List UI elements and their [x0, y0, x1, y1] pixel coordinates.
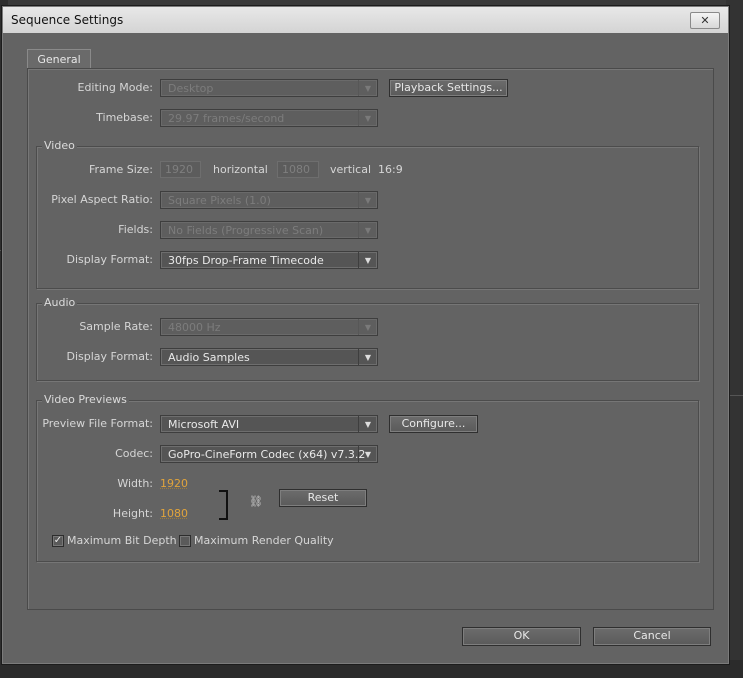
fields-label: Fields:: [118, 223, 153, 236]
editing-mode-value: Desktop: [168, 82, 214, 95]
frame-height-field: 1080: [277, 161, 319, 178]
cancel-button[interactable]: Cancel: [593, 627, 711, 646]
chevron-down-icon: ▼: [358, 446, 377, 462]
chevron-down-icon: ▼: [358, 349, 377, 365]
sequence-settings-dialog: Sequence Settings ✕ General Editing Mode…: [2, 6, 729, 664]
chevron-down-icon: ▼: [358, 222, 377, 238]
width-value[interactable]: 1920: [160, 477, 188, 490]
audio-display-format-label: Display Format:: [66, 350, 153, 363]
ok-button[interactable]: OK: [462, 627, 581, 646]
video-group-title: Video: [42, 139, 77, 152]
preview-file-format-label: Preview File Format:: [42, 417, 153, 430]
timebase-value: 29.97 frames/second: [168, 112, 285, 125]
sample-rate-value: 48000 Hz: [168, 321, 221, 334]
preview-file-format-dropdown[interactable]: Microsoft AVI ▼: [160, 415, 378, 433]
video-previews-group-title: Video Previews: [42, 393, 129, 406]
audio-display-format-dropdown[interactable]: Audio Samples ▼: [160, 348, 378, 366]
audio-group: [36, 303, 699, 381]
preview-file-format-value: Microsoft AVI: [168, 418, 240, 431]
height-label: Height:: [112, 507, 153, 520]
fields-dropdown: No Fields (Progressive Scan) ▼: [160, 221, 378, 239]
timebase-label: Timebase:: [96, 111, 153, 124]
chevron-down-icon: ▼: [358, 110, 377, 126]
max-render-quality-label: Maximum Render Quality: [194, 534, 334, 547]
pixel-aspect-dropdown: Square Pixels (1.0) ▼: [160, 191, 378, 209]
checkmark-icon: ✓: [53, 535, 63, 546]
max-render-quality-checkbox[interactable]: [179, 535, 191, 547]
video-display-format-label: Display Format:: [66, 253, 153, 266]
editing-mode-dropdown: Desktop ▼: [160, 79, 378, 97]
chevron-down-icon: ▼: [358, 416, 377, 432]
pixel-aspect-label: Pixel Aspect Ratio:: [51, 193, 153, 206]
sample-rate-label: Sample Rate:: [79, 320, 153, 333]
pixel-aspect-value: Square Pixels (1.0): [168, 194, 271, 207]
chevron-down-icon: ▼: [358, 319, 377, 335]
video-display-format-dropdown[interactable]: 30fps Drop-Frame Timecode ▼: [160, 251, 378, 269]
audio-group-title: Audio: [42, 296, 78, 309]
dialog-title: Sequence Settings: [11, 13, 124, 27]
horizontal-label: horizontal: [213, 163, 268, 176]
editing-mode-label: Editing Mode:: [77, 81, 154, 94]
video-display-format-value: 30fps Drop-Frame Timecode: [168, 254, 324, 267]
chevron-down-icon: ▼: [358, 252, 377, 268]
sample-rate-dropdown: 48000 Hz ▼: [160, 318, 378, 336]
chain-link-icon[interactable]: ⛓: [249, 495, 263, 508]
frame-width-field: 1920: [160, 161, 201, 178]
max-bit-depth-label: Maximum Bit Depth: [67, 534, 177, 547]
aspect-ratio-text: 16:9: [378, 163, 403, 176]
tab-general[interactable]: General: [27, 49, 91, 70]
title-bar: Sequence Settings ✕: [3, 7, 728, 33]
fields-value: No Fields (Progressive Scan): [168, 224, 324, 237]
timebase-dropdown: 29.97 frames/second ▼: [160, 109, 378, 127]
chevron-down-icon: ▼: [358, 192, 377, 208]
vertical-label: vertical: [330, 163, 372, 176]
audio-display-format-value: Audio Samples: [168, 351, 250, 364]
frame-size-label: Frame Size:: [88, 163, 153, 176]
max-bit-depth-checkbox[interactable]: ✓: [52, 535, 64, 547]
playback-settings-button[interactable]: Playback Settings...: [389, 79, 508, 97]
dimension-link-bracket: [219, 490, 228, 520]
codec-label: Codec:: [115, 447, 153, 460]
close-icon: ✕: [700, 14, 710, 27]
codec-dropdown[interactable]: GoPro-CineForm Codec (x64) v7.3.2 ▼: [160, 445, 378, 463]
configure-button[interactable]: Configure...: [389, 415, 478, 433]
reset-button[interactable]: Reset: [279, 489, 367, 507]
codec-value: GoPro-CineForm Codec (x64) v7.3.2: [168, 448, 366, 461]
width-label: Width:: [117, 477, 153, 490]
close-button[interactable]: ✕: [690, 12, 720, 29]
height-value[interactable]: 1080: [160, 507, 188, 520]
chevron-down-icon: ▼: [358, 80, 377, 96]
